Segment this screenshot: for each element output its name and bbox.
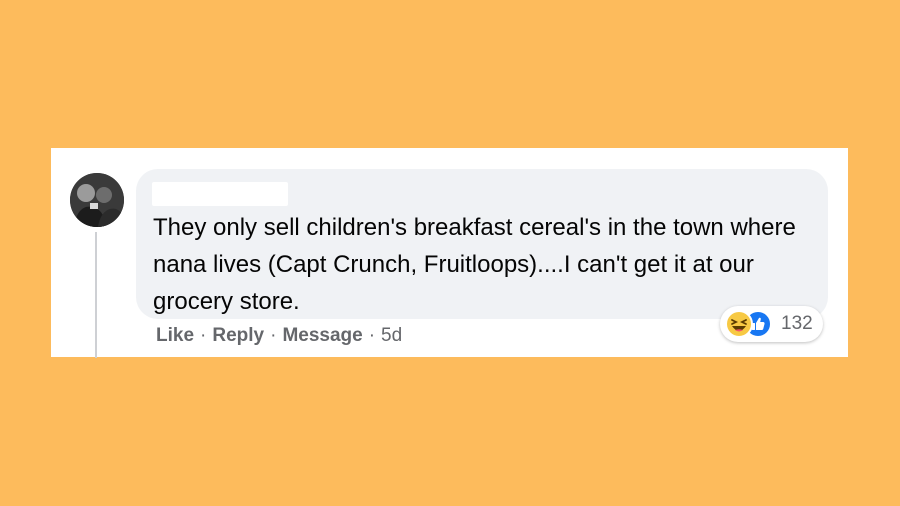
timestamp[interactable]: 5d — [381, 325, 402, 347]
like-link[interactable]: Like — [156, 325, 194, 347]
thread-line — [95, 232, 97, 358]
reply-link[interactable]: Reply — [212, 325, 264, 347]
author-name-redacted — [152, 182, 288, 206]
avatar[interactable] — [70, 173, 124, 227]
avatar-photo-icon — [70, 173, 124, 227]
comment-actions: Like · Reply · Message · 5d — [156, 325, 402, 347]
haha-icon — [725, 310, 753, 338]
reaction-count: 132 — [781, 313, 813, 334]
separator: · — [270, 325, 277, 346]
comment-text: They only sell children's breakfast cere… — [153, 214, 796, 315]
separator: · — [368, 325, 376, 346]
comment-bubble: They only sell children's breakfast cere… — [136, 169, 828, 319]
separator: · — [200, 325, 207, 346]
reaction-summary[interactable]: 132 — [720, 306, 823, 342]
message-link[interactable]: Message — [282, 325, 362, 347]
comment-card: They only sell children's breakfast cere… — [51, 148, 848, 358]
